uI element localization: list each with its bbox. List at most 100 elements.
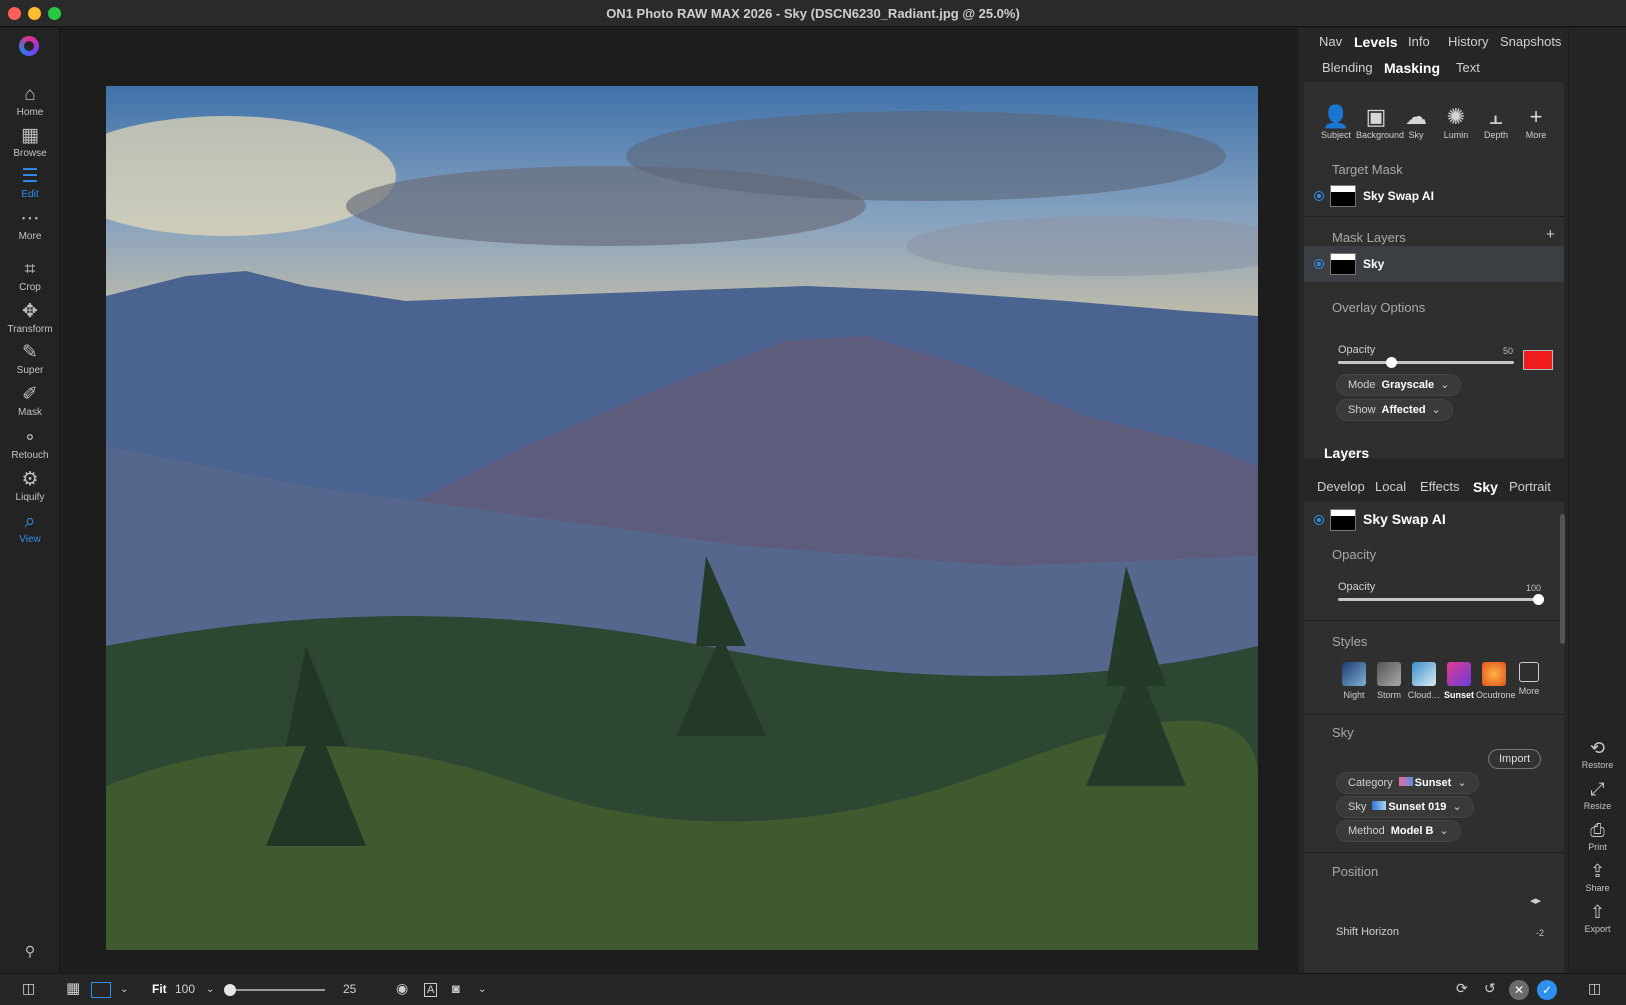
mask-tool-background[interactable]: ▣ Background [1356, 104, 1405, 140]
style-night[interactable]: Night [1336, 662, 1372, 700]
tool-label: Browse [13, 148, 47, 159]
tab-nav[interactable]: Nav [1319, 34, 1342, 49]
zoom-slider-track[interactable] [227, 989, 325, 991]
mask-tool-depth[interactable]: ⫠ Depth [1476, 104, 1516, 140]
style-cloud[interactable]: Cloud… [1406, 662, 1442, 700]
tool-home[interactable]: ⌂ Home [0, 84, 60, 118]
tool-crop[interactable]: ⌗ Crop [0, 259, 60, 293]
panel-scrollbar[interactable] [1560, 514, 1565, 644]
image-canvas[interactable] [61, 28, 1297, 973]
overlay-show-dropdown[interactable]: Show Affected ⌄ [1336, 399, 1453, 421]
grid-view-icon[interactable]: ▦ [66, 979, 80, 997]
tool-super[interactable]: ✎ Super [0, 342, 60, 376]
text-overlay-icon[interactable]: A [424, 983, 438, 997]
zoom-value[interactable]: 100 [175, 982, 195, 996]
mask-tool-label: Background [1356, 130, 1405, 140]
tool-browse[interactable]: ▦ Browse [0, 125, 60, 159]
category-dropdown[interactable]: Category Sunset ⌄ [1336, 772, 1479, 794]
cancel-button[interactable]: ✕ [1509, 980, 1529, 1000]
right-panel: Nav Levels Info History Snapshots Blending Ma… [1298, 28, 1568, 973]
opacity-section-heading: Opacity [1332, 547, 1377, 562]
style-storm[interactable]: Storm [1371, 662, 1407, 700]
tool-retouch[interactable]: ∘ Retouch [0, 427, 60, 461]
eye-icon[interactable]: ◉ [396, 980, 408, 997]
tab-levels[interactable]: Levels [1354, 34, 1398, 50]
crop-icon: ⌗ [24, 259, 36, 280]
mask-layer-row[interactable]: Sky [1304, 246, 1564, 282]
tool-label: Resize [1583, 801, 1612, 811]
style-ocudrone[interactable]: Ocudrone [1476, 662, 1516, 700]
panel-toggle-icon[interactable]: ◫ [22, 980, 35, 997]
fit-button[interactable]: Fit [152, 982, 167, 996]
sky-dropdown[interactable]: Sky Sunset 019 ⌄ [1336, 796, 1474, 818]
more-icon: ⋯ [20, 208, 40, 229]
tool-transform[interactable]: ✥ Transform [0, 301, 60, 335]
arrows-left-right-icon[interactable]: ◂▸ [1530, 894, 1541, 907]
method-dropdown[interactable]: Method Model B ⌄ [1336, 820, 1461, 842]
panel-toggle-right-icon[interactable]: ◫ [1588, 980, 1601, 997]
overlay-mode-dropdown[interactable]: Mode Grayscale ⌄ [1336, 374, 1462, 396]
tool-label: Print [1588, 842, 1607, 852]
mask-tool-subject[interactable]: 👤 Subject [1316, 104, 1356, 140]
mask-tool-more[interactable]: + More [1516, 104, 1556, 140]
position-heading: Position [1332, 864, 1379, 879]
chevron-down-icon: ⌄ [1440, 379, 1450, 391]
tool-restore[interactable]: ⟲ Restore [1569, 738, 1626, 770]
tool-mask[interactable]: ✐ Mask [0, 384, 60, 418]
app-logo-icon[interactable] [19, 36, 39, 56]
layer-radio[interactable] [1314, 515, 1324, 525]
tab-effects[interactable]: Effects [1420, 479, 1460, 494]
overlay-opacity-knob[interactable] [1385, 357, 1397, 368]
layer-row[interactable]: Sky Swap AI [1304, 502, 1564, 538]
tool-view[interactable]: ⌕ View [0, 511, 60, 545]
chevron-down-icon[interactable]: ⌄ [120, 984, 128, 995]
chevron-down-icon[interactable]: ⌄ [478, 984, 486, 995]
target-mask-radio[interactable] [1314, 191, 1324, 201]
import-button[interactable]: Import [1488, 749, 1542, 769]
tab-local[interactable]: Local [1375, 479, 1406, 494]
tab-blending[interactable]: Blending [1322, 60, 1373, 75]
overlay-opacity-track[interactable] [1338, 361, 1514, 364]
chevron-down-icon: ⌄ [1439, 825, 1449, 837]
tab-sky[interactable]: Sky [1473, 479, 1498, 495]
panel-toggle-left-icon[interactable]: ⚲ [0, 940, 60, 962]
styles-strip: Night Storm Cloud… Sunset Ocudrone More [1336, 662, 1556, 702]
mask-view-icon[interactable]: ◙ [452, 981, 460, 996]
tab-portrait[interactable]: Portrait [1509, 479, 1551, 494]
refresh-icon[interactable]: ⟳ [1456, 980, 1468, 997]
single-view-icon[interactable] [91, 982, 111, 998]
zoom-slider-knob[interactable] [224, 984, 236, 996]
tab-text[interactable]: Text [1456, 60, 1480, 75]
mask-layer-radio[interactable] [1314, 259, 1324, 269]
tool-label: Transform [7, 324, 53, 335]
undo-icon[interactable]: ↺ [1484, 980, 1496, 997]
tool-label: More [18, 231, 42, 242]
tab-snapshots[interactable]: Snapshots [1500, 34, 1561, 49]
tool-share[interactable]: ⇪ Share [1569, 861, 1626, 893]
mask-tool-sky[interactable]: ☁ Sky [1396, 104, 1436, 140]
tab-develop[interactable]: Develop [1317, 479, 1365, 494]
tool-label: Home [16, 107, 44, 118]
add-mask-layer-button[interactable]: + [1546, 226, 1555, 243]
target-mask-row[interactable]: Sky Swap AI [1304, 178, 1564, 214]
apply-button[interactable]: ✓ [1537, 980, 1557, 1000]
chevron-down-icon[interactable]: ⌄ [206, 984, 214, 995]
method-value: Model B [1390, 825, 1434, 837]
style-sunset[interactable]: Sunset [1441, 662, 1477, 700]
photo-preview[interactable] [106, 86, 1258, 950]
overlay-color-swatch[interactable] [1523, 350, 1553, 370]
tool-export[interactable]: ⇧ Export [1569, 902, 1626, 934]
tab-masking[interactable]: Masking [1384, 60, 1440, 76]
mask-tool-lumin[interactable]: ✺ Lumin [1436, 104, 1476, 140]
tab-history[interactable]: History [1448, 34, 1488, 49]
layer-opacity-knob[interactable] [1533, 594, 1544, 605]
style-more[interactable]: More [1511, 662, 1547, 696]
background-icon: ▣ [1365, 104, 1387, 129]
tool-resize[interactable]: ⤢ Resize [1569, 779, 1626, 811]
tab-info[interactable]: Info [1408, 34, 1430, 49]
layer-opacity-track[interactable] [1338, 598, 1538, 601]
tool-edit[interactable]: ☰ Edit [0, 166, 60, 200]
tool-liquify[interactable]: ⚙ Liquify [0, 469, 60, 503]
tool-print[interactable]: ⎙ Print [1569, 820, 1626, 852]
tool-more[interactable]: ⋯ More [0, 208, 60, 242]
